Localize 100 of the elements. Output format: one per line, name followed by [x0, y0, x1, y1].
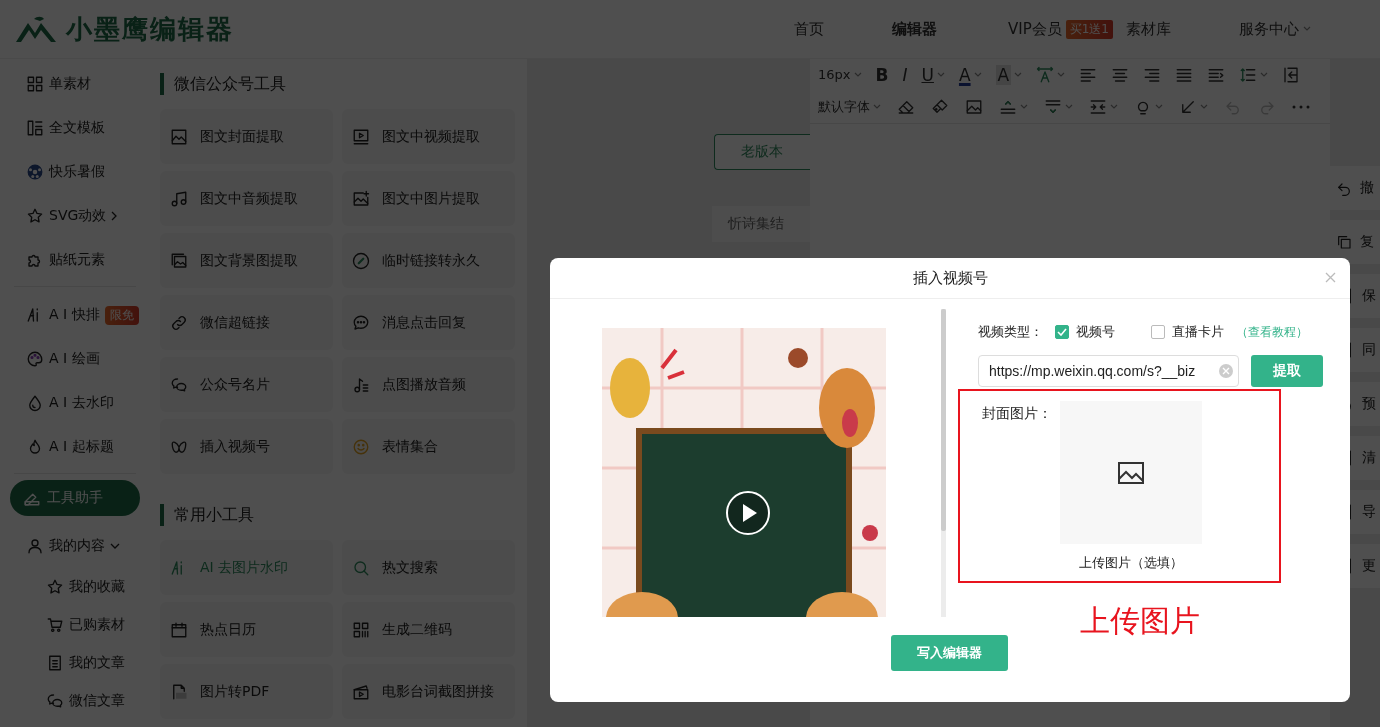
- checkmark-icon: [1057, 328, 1067, 336]
- sidebar-item[interactable]: SVG动效: [14, 194, 136, 238]
- nav-link[interactable]: 编辑器: [892, 19, 937, 39]
- template-icon: [26, 119, 44, 137]
- chevron-down-icon: [110, 543, 120, 549]
- document-icon: [46, 654, 64, 672]
- logo-text[interactable]: 小墨鹰编辑器: [66, 11, 234, 47]
- sidebar-item[interactable]: 我的文章: [14, 644, 136, 682]
- toolbar-button[interactable]: U: [921, 64, 945, 85]
- dialog-title: 插入视频号: [912, 268, 988, 288]
- type-checkbox[interactable]: 直播卡片: [1151, 323, 1224, 341]
- old-version-button[interactable]: 老版本: [714, 134, 810, 170]
- sidebar-item[interactable]: 快乐暑假: [14, 150, 136, 194]
- video-icon: [352, 127, 370, 146]
- type-checkbox[interactable]: 视频号: [1055, 323, 1115, 341]
- caret-icon: [1260, 71, 1269, 78]
- nav-link[interactable]: 素材库: [1126, 19, 1171, 39]
- sidebar-item[interactable]: 微信文章: [14, 682, 136, 720]
- sidebar-item[interactable]: 贴纸元素: [14, 238, 136, 282]
- toolbar-button[interactable]: [931, 97, 949, 116]
- annotation-text: 上传图片: [1080, 603, 1200, 639]
- line-spacing-icon: [1044, 97, 1062, 116]
- toolbar-button[interactable]: [1239, 65, 1269, 84]
- toolbar-button[interactable]: [1044, 97, 1073, 116]
- caret-icon: [973, 71, 982, 78]
- drop-icon: [26, 394, 44, 412]
- person-icon: [26, 537, 44, 555]
- toolbar-button[interactable]: [1282, 65, 1301, 84]
- caret-icon: [936, 71, 945, 78]
- clapper-icon: [352, 682, 370, 701]
- close-icon[interactable]: [1325, 272, 1336, 283]
- toolbar-button[interactable]: [1292, 104, 1310, 109]
- chevron-right-icon: [111, 211, 118, 221]
- pdf-file-icon: [170, 682, 188, 701]
- tutorial-link[interactable]: （查看教程）: [1236, 323, 1308, 341]
- calendar-icon: [170, 620, 188, 639]
- side-action[interactable]: 撤: [1330, 166, 1380, 210]
- clear-icon[interactable]: [1218, 363, 1234, 379]
- brush-icon: [931, 97, 949, 116]
- toolbar-button[interactable]: B: [875, 64, 889, 85]
- palette-icon: [26, 350, 44, 368]
- chat-bubbles-icon: [170, 375, 188, 394]
- caret-icon: [1200, 103, 1208, 110]
- spacing-icon: [1089, 97, 1107, 116]
- toolbar-button[interactable]: I: [902, 64, 908, 85]
- letter-spacing-icon: [1036, 65, 1055, 84]
- search-icon: [352, 558, 370, 577]
- toolbar-button[interactable]: [965, 97, 983, 116]
- star-icon: [46, 578, 64, 596]
- play-button-icon[interactable]: [725, 490, 771, 536]
- qr-code-icon: [352, 620, 370, 639]
- toolbar-button[interactable]: A: [958, 64, 982, 85]
- caret-icon: [1303, 26, 1311, 32]
- caret-icon: [873, 103, 881, 110]
- more-icon: [1292, 104, 1310, 109]
- exit-icon: [1282, 65, 1301, 84]
- caret-icon: [1065, 103, 1073, 110]
- toolbar-button[interactable]: 默认字体: [818, 97, 881, 116]
- caret-icon: [1014, 71, 1023, 78]
- image-icon: [170, 127, 188, 146]
- toolbar-button[interactable]: [1089, 97, 1118, 116]
- caret-icon: [1155, 103, 1163, 110]
- image-icon: [1117, 460, 1145, 485]
- grid-icon: [26, 75, 44, 93]
- bird-logo-icon: [14, 15, 58, 43]
- field-label: 封面图片：: [982, 405, 1052, 423]
- link-icon: [170, 313, 188, 332]
- chat-icon: [352, 313, 370, 332]
- sidebar-item[interactable]: 已购素材: [14, 606, 136, 644]
- star-icon: [26, 207, 44, 225]
- toolbar-button[interactable]: 16px: [818, 67, 862, 82]
- scrollbar-thumb[interactable]: [941, 309, 946, 531]
- smile-icon: [352, 437, 370, 456]
- nav-link[interactable]: 服务中心: [1239, 19, 1311, 39]
- insert-button[interactable]: 写入编辑器: [890, 635, 1008, 671]
- chat-bubbles-icon: [46, 692, 64, 710]
- caret-icon: [1110, 103, 1118, 110]
- caret-icon: [1057, 71, 1066, 78]
- sidebar-item[interactable]: 全文模板: [14, 106, 136, 150]
- ball-icon: [26, 163, 44, 181]
- section-title: 微信公众号工具: [160, 73, 515, 95]
- upload-caption: 上传图片（选填）: [1079, 554, 1183, 572]
- line-height-icon: [1239, 65, 1258, 84]
- section-title: 常用小工具: [160, 504, 515, 526]
- image-add-icon: [352, 189, 370, 208]
- extract-button[interactable]: 提取: [1251, 355, 1323, 387]
- sidebar-item[interactable]: 单素材: [14, 62, 136, 106]
- caret-icon: [1020, 103, 1028, 110]
- image-icon: [965, 97, 983, 116]
- side-action[interactable]: 复: [1330, 220, 1380, 264]
- toolbar-button[interactable]: [1036, 65, 1066, 84]
- sidebar-item[interactable]: 我的内容: [14, 524, 136, 568]
- copy-icon: [1336, 234, 1352, 250]
- music-icon: [170, 189, 188, 208]
- url-field[interactable]: https://mp.weixin.qq.com/s?__biz: [978, 355, 1239, 387]
- caret-icon: [853, 71, 862, 78]
- music-list-icon: [352, 375, 370, 394]
- nav-link[interactable]: 首页: [794, 19, 824, 39]
- sidebar-item[interactable]: 工具助手: [10, 480, 140, 516]
- sidebar-item[interactable]: 我的收藏: [14, 568, 136, 606]
